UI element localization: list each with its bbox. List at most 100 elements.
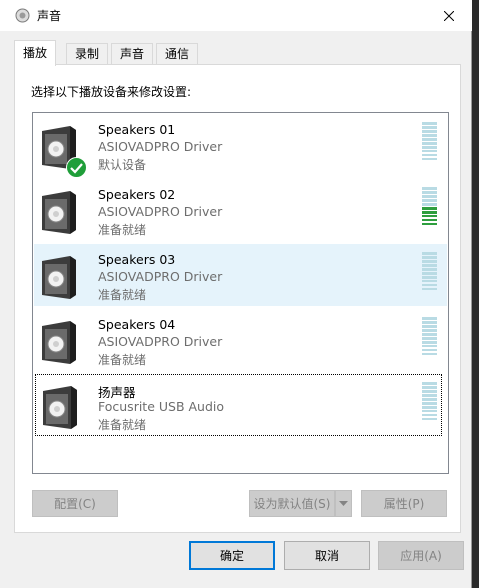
device-row[interactable]: Speakers 01 ASIOVADPRO Driver 默认设备 <box>34 114 447 178</box>
speaker-icon <box>42 256 76 299</box>
meter-segment <box>422 198 437 202</box>
meter-segment <box>422 194 437 198</box>
meter-segment <box>422 397 437 401</box>
device-driver: ASIOVADPRO Driver <box>98 334 223 349</box>
meter-segment <box>422 382 437 385</box>
device-row[interactable]: Speakers 03 ASIOVADPRO Driver 准备就绪 <box>34 244 447 306</box>
meter-segment <box>422 344 437 348</box>
device-status: 默认设备 <box>98 158 147 172</box>
meter-segment <box>422 149 437 153</box>
meter-segment <box>422 259 437 263</box>
configure-button[interactable]: 配置(C) <box>32 490 118 517</box>
meter-segment <box>422 267 437 271</box>
ok-button[interactable]: 确定 <box>189 541 275 570</box>
meter-segment <box>422 275 437 279</box>
device-driver: ASIOVADPRO Driver <box>98 139 223 154</box>
instruction-text: 选择以下播放设备来修改设置: <box>31 85 192 99</box>
device-row[interactable]: Speakers 02 ASIOVADPRO Driver 准备就绪 <box>34 179 447 241</box>
device-name: Speakers 03 <box>98 252 176 267</box>
meter-segment <box>422 279 437 283</box>
device-status: 准备就绪 <box>98 353 147 367</box>
set-default-button[interactable]: 设为默认值(S) <box>249 490 335 517</box>
device-driver: ASIOVADPRO Driver <box>98 204 223 219</box>
meter-segment <box>422 332 437 336</box>
device-row[interactable]: Speakers 04 ASIOVADPRO Driver 准备就绪 <box>34 309 447 371</box>
volume-meter <box>422 122 437 162</box>
meter-segment <box>422 317 437 320</box>
meter-segment <box>422 255 437 259</box>
meter-segment <box>422 125 437 129</box>
close-button[interactable] <box>426 0 472 31</box>
sound-dialog: 声音 播放 录制 声音 通信 选择以下播放设备来修改设置: Speakers 0… <box>0 0 472 588</box>
meter-segment <box>422 252 437 255</box>
meter-segment <box>422 409 437 413</box>
speaker-icon <box>15 8 30 23</box>
properties-button[interactable]: 属性(P) <box>361 490 447 517</box>
meter-segment <box>422 122 437 125</box>
meter-segment <box>422 328 437 332</box>
meter-segment <box>422 401 437 405</box>
chevron-down-icon <box>339 501 348 506</box>
meter-segment <box>422 145 437 149</box>
set-default-dropdown[interactable] <box>335 490 352 517</box>
speaker-icon <box>43 386 77 429</box>
title-bar: 声音 <box>0 0 472 31</box>
meter-segment <box>422 385 437 389</box>
playback-panel: 选择以下播放设备来修改设置: Speakers 01 ASIOVADPRO Dr… <box>14 64 461 533</box>
device-driver: ASIOVADPRO Driver <box>98 269 223 284</box>
device-driver: Focusrite USB Audio <box>98 399 225 414</box>
device-row[interactable]: 扬声器 Focusrite USB Audio 准备就绪 <box>35 374 442 436</box>
meter-segment <box>422 287 437 291</box>
meter-segment <box>422 389 437 393</box>
device-name: Speakers 04 <box>98 317 176 332</box>
tab-recording[interactable]: 录制 <box>66 43 109 65</box>
meter-segment <box>422 352 437 356</box>
meter-segment <box>422 141 437 145</box>
meter-segment <box>422 218 437 222</box>
meter-segment <box>422 153 437 157</box>
device-name: Speakers 02 <box>98 187 176 202</box>
meter-segment <box>422 324 437 328</box>
window-title: 声音 <box>37 9 62 23</box>
meter-segment <box>422 263 437 267</box>
meter-segment <box>422 271 437 275</box>
default-check-icon <box>66 157 87 178</box>
meter-segment <box>422 210 437 214</box>
meter-segment <box>422 405 437 409</box>
meter-segment <box>422 336 437 340</box>
apply-button[interactable]: 应用(A) <box>378 541 464 570</box>
meter-segment <box>422 187 437 190</box>
speaker-icon <box>42 321 76 364</box>
device-status: 准备就绪 <box>98 288 147 302</box>
meter-segment <box>422 413 437 417</box>
tab-sounds[interactable]: 声音 <box>111 43 154 65</box>
cancel-button[interactable]: 取消 <box>284 541 370 570</box>
device-status: 准备就绪 <box>98 418 147 432</box>
tab-communications[interactable]: 通信 <box>156 43 199 65</box>
meter-segment <box>422 340 437 344</box>
meter-segment <box>422 283 437 287</box>
meter-segment <box>422 129 437 133</box>
meter-segment <box>422 417 437 421</box>
meter-segment <box>422 393 437 397</box>
volume-meter <box>422 252 437 292</box>
meter-segment <box>422 348 437 352</box>
playback-device-list[interactable]: Speakers 01 ASIOVADPRO Driver 默认设备 Speak… <box>32 112 449 474</box>
meter-segment <box>422 137 437 141</box>
meter-segment <box>422 190 437 194</box>
meter-segment <box>422 206 437 210</box>
device-status: 准备就绪 <box>98 223 147 237</box>
tab-playback[interactable]: 播放 <box>14 40 57 66</box>
meter-segment <box>422 202 437 206</box>
meter-segment <box>422 222 437 226</box>
meter-segment <box>422 133 437 137</box>
close-icon <box>444 10 454 21</box>
volume-meter <box>422 317 437 357</box>
volume-meter <box>422 382 437 422</box>
speaker-icon <box>42 191 76 234</box>
meter-segment <box>422 214 437 218</box>
volume-meter <box>422 187 437 227</box>
meter-segment <box>422 157 437 161</box>
device-name: Speakers 01 <box>98 122 176 137</box>
meter-segment <box>422 320 437 324</box>
